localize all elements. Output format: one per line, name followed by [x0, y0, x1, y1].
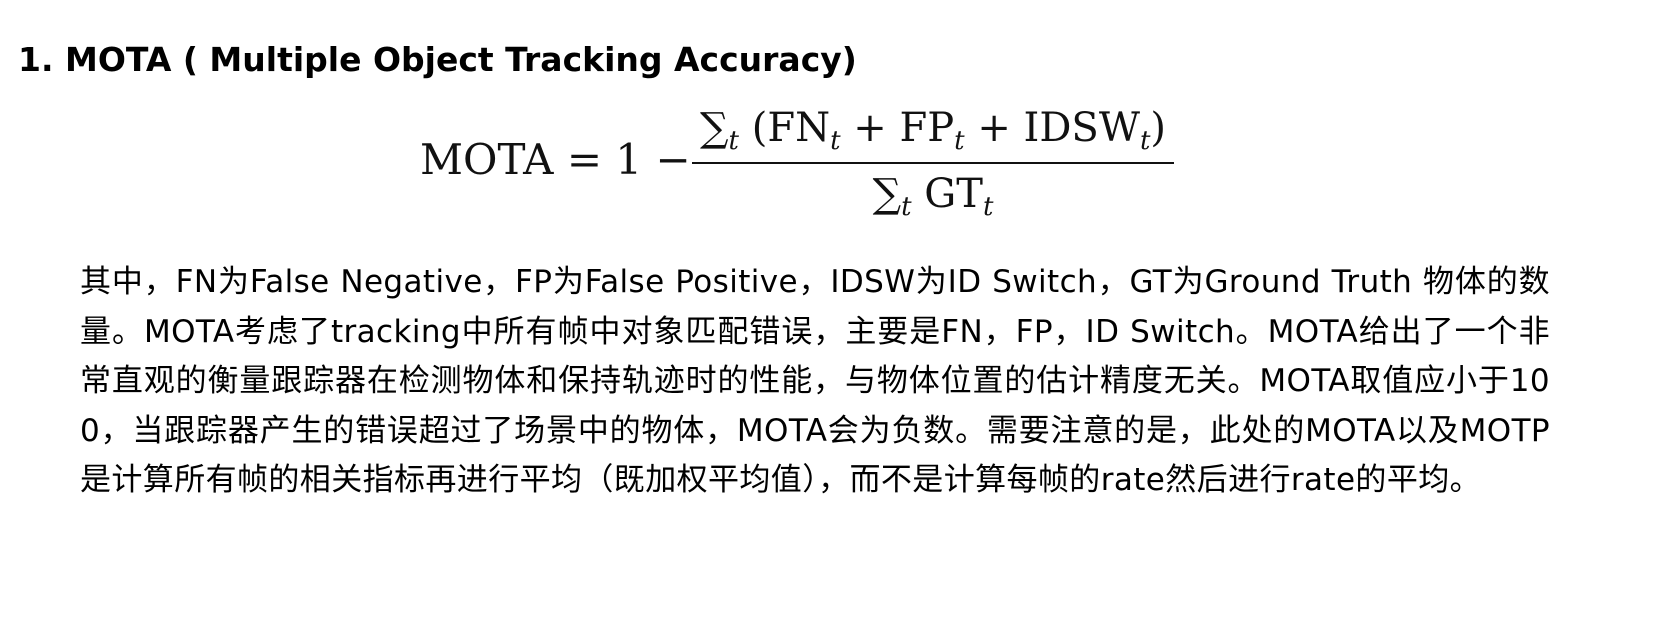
description-paragraph: 其中，FN为False Negative，FP为False Positive，I… — [80, 264, 1550, 498]
fraction-bar — [692, 162, 1174, 164]
section-heading: 1. MOTA ( Multiple Object Tracking Accur… — [18, 40, 857, 79]
denominator-gt: GT — [911, 171, 983, 217]
formula-lhs: MOTA = 1 − — [420, 135, 691, 184]
formula-fraction: ∑t (FNt + FPt + IDSWt) ∑t GTt — [692, 100, 1174, 225]
numerator-idsw: + IDSW — [964, 105, 1140, 151]
numerator-fn: (FN — [739, 105, 831, 151]
formula-denominator: ∑t GTt — [692, 168, 1174, 220]
numerator-fn-subscript: t — [830, 126, 841, 156]
numerator-fp: + FP — [840, 105, 955, 151]
numerator-sum-symbol: ∑ — [699, 105, 729, 151]
denominator-gt-subscript: t — [982, 192, 994, 222]
numerator-close-paren: ) — [1150, 105, 1167, 151]
denominator-sum-subscript: t — [901, 192, 912, 222]
numerator-sum-subscript: t — [728, 126, 739, 156]
mota-formula: MOTA = 1 − ∑t (FNt + FPt + IDSWt) ∑t GTt — [420, 100, 1180, 225]
numerator-idsw-subscript: t — [1139, 126, 1151, 156]
numerator-fp-subscript: t — [954, 126, 965, 156]
formula-numerator: ∑t (FNt + FPt + IDSWt) — [692, 102, 1174, 154]
denominator-sum-symbol: ∑ — [872, 171, 902, 217]
